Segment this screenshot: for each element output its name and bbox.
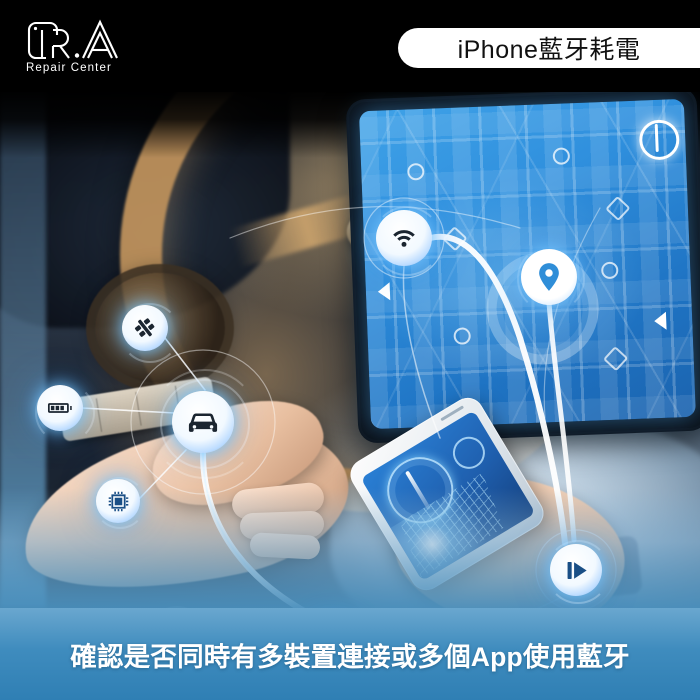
- car-icon[interactable]: [172, 391, 234, 453]
- page-footer: 確認是否同時有多裝置連接或多個App使用藍牙: [0, 608, 700, 700]
- play-media-icon[interactable]: [550, 544, 602, 596]
- map-left-arrow-icon[interactable]: [377, 282, 391, 301]
- logo-tagline: Repair Center: [26, 62, 112, 74]
- page-header: Repair Center iPhone藍牙耗電: [0, 0, 700, 92]
- satellite-icon[interactable]: [122, 305, 168, 351]
- footer-caption: 確認是否同時有多裝置連接或多個App使用藍牙: [70, 641, 630, 672]
- phone-hud-badge: [446, 430, 491, 475]
- battery-icon[interactable]: [37, 385, 83, 431]
- car-interior-photo: [0, 88, 700, 608]
- wifi-icon[interactable]: [376, 210, 432, 266]
- title-badge: iPhone藍牙耗電: [398, 28, 700, 68]
- poster-canvas: Repair Center iPhone藍牙耗電 確認是否同時有多裝置連接或多個…: [0, 0, 700, 700]
- location-pin-icon[interactable]: [521, 249, 577, 305]
- cpu-chip-icon[interactable]: [96, 479, 140, 523]
- page-title: iPhone藍牙耗電: [457, 36, 641, 64]
- map-right-arrow-icon[interactable]: [653, 311, 667, 331]
- brand-logo[interactable]: Repair Center: [22, 16, 152, 78]
- phone-outline-logo-icon: [27, 19, 118, 60]
